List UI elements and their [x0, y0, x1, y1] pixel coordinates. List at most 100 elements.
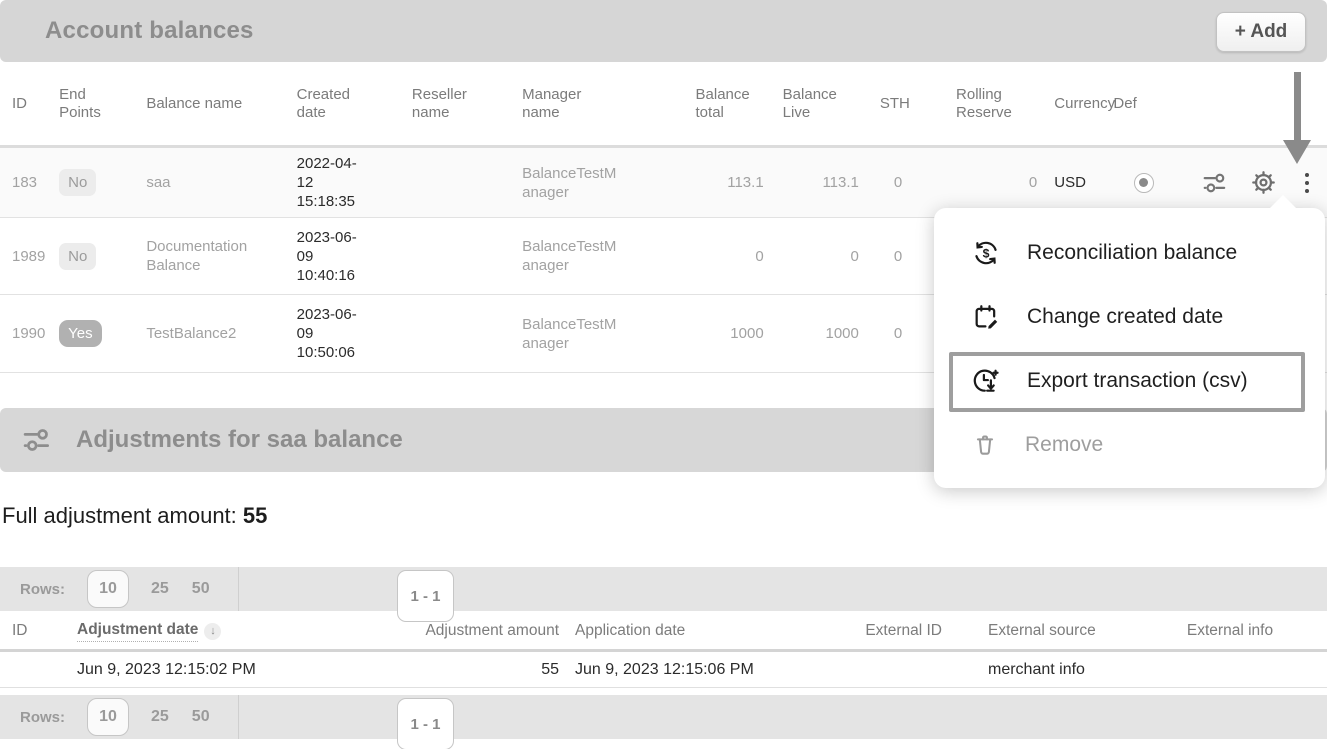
page-range-tab-bottom[interactable]: 1 - 1 [397, 698, 454, 749]
svg-text:$: $ [983, 246, 990, 260]
menu-item-change-created-date[interactable]: Change created date [934, 285, 1325, 349]
col-header-external-source: External source [943, 613, 1133, 651]
rows-option-10[interactable]: 10 [87, 698, 129, 736]
page-title: Account balances [45, 0, 254, 62]
end-points-badge: No [59, 243, 96, 270]
account-balances-screen: Account balances + Add ID End Points Bal… [0, 0, 1327, 749]
cell-external-id [854, 651, 943, 688]
adjustment-row[interactable]: Jun 9, 2023 12:15:02 PM 55 Jun 9, 2023 1… [0, 651, 1327, 688]
cell-id [0, 651, 76, 688]
add-balance-button[interactable]: + Add [1216, 12, 1306, 52]
menu-item-label: Change created date [1027, 305, 1223, 329]
cell-balance-name: TestBalance2 [145, 295, 295, 373]
rows-label: Rows: [20, 709, 65, 726]
col-header-balance-total: Balance total [695, 62, 765, 147]
cell-manager-name: BalanceTestManager [521, 295, 694, 373]
cell-rolling-reserve: 0 [932, 147, 1038, 218]
cell-sth: 0 [860, 295, 932, 373]
adjustments-icon [22, 425, 52, 455]
cell-reseller-name [411, 147, 521, 218]
col-header-id: ID [0, 613, 76, 651]
cell-id: 183 [0, 147, 58, 218]
menu-item-reconciliation-balance[interactable]: $ Reconciliation balance [934, 221, 1325, 285]
balance-context-menu: $ Reconciliation balance Change created … [934, 208, 1325, 488]
kebab-menu-icon[interactable] [1299, 171, 1315, 195]
cell-sth: 0 [860, 218, 932, 295]
cell-reseller-name [411, 295, 521, 373]
cell-external-info [1133, 651, 1327, 688]
rows-option-50[interactable]: 50 [192, 708, 210, 726]
cell-balance-live: 113.1 [765, 147, 860, 218]
cell-currency: USD [1038, 147, 1112, 218]
section-title: Adjustments for saa balance [76, 426, 403, 454]
rows-option-10[interactable]: 10 [87, 570, 129, 608]
rows-option-25[interactable]: 25 [151, 580, 169, 598]
col-header-currency: Currency [1038, 62, 1112, 147]
export-transactions-icon [972, 367, 1000, 395]
col-header-balance-name: Balance name [145, 62, 295, 147]
menu-item-label: Reconciliation balance [1027, 241, 1237, 265]
cell-application-date: Jun 9, 2023 12:15:06 PM [560, 651, 854, 688]
menu-item-label: Remove [1025, 433, 1103, 457]
col-header-def: Def [1112, 62, 1176, 147]
cell-balance-name: saa [145, 147, 295, 218]
gear-icon[interactable] [1250, 169, 1277, 196]
full-adjustment-amount: Full adjustment amount: 55 [2, 503, 267, 529]
cell-id: 1989 [0, 218, 58, 295]
account-balances-header-bar: Account balances + Add [0, 0, 1327, 62]
rows-per-page-bar-bottom: Rows: 10 25 50 [0, 695, 1327, 739]
rows-option-50[interactable]: 50 [192, 580, 210, 598]
full-adjustment-amount-label: Full adjustment amount: [2, 503, 237, 528]
divider [238, 567, 239, 611]
cell-external-source: merchant info [943, 651, 1133, 688]
cell-adjustment-amount: 55 [405, 651, 560, 688]
col-header-external-id: External ID [854, 613, 943, 651]
adjustments-icon[interactable] [1202, 170, 1228, 196]
cell-balance-total: 0 [695, 218, 765, 295]
menu-item-export-transaction-csv[interactable]: Export transaction (csv) [934, 349, 1325, 413]
col-header-sth: STH [860, 62, 932, 147]
cell-manager-name: BalanceTestManager [521, 218, 694, 295]
menu-item-remove[interactable]: Remove [934, 413, 1325, 477]
balance-row-183[interactable]: 183 No saa 2022-04-12 15:18:35 BalanceTe… [0, 147, 1327, 218]
rows-option-25[interactable]: 25 [151, 708, 169, 726]
cell-balance-total: 113.1 [695, 147, 765, 218]
col-header-balance-live: Balance Live [765, 62, 860, 147]
adjustments-header-row: ID Adjustment date ↓ Adjustment amount A… [0, 613, 1327, 651]
balances-header-row: ID End Points Balance name Created date … [0, 62, 1327, 147]
default-radio[interactable] [1134, 173, 1154, 193]
col-header-end-points: End Points [58, 62, 145, 147]
col-header-reseller-name: Reseller name [411, 62, 521, 147]
cell-reseller-name [411, 218, 521, 295]
divider [238, 695, 239, 739]
cell-adjustment-date: Jun 9, 2023 12:15:02 PM [76, 651, 405, 688]
cell-balance-name: DocumentationBalance [145, 218, 295, 295]
col-header-id: ID [0, 62, 58, 147]
trash-icon [972, 432, 998, 458]
col-header-adjustment-date[interactable]: Adjustment date ↓ [76, 613, 405, 651]
col-header-manager-name: Manager name [521, 62, 694, 147]
cell-created-date: 2022-04-12 15:18:35 [296, 147, 411, 218]
down-arrow-circle-icon[interactable]: ↓ [204, 623, 221, 640]
cell-created-date: 2023-06-09 10:50:06 [296, 295, 411, 373]
col-header-rolling-reserve: Rolling Reserve [932, 62, 1038, 147]
cell-id: 1990 [0, 295, 58, 373]
cell-balance-live: 0 [765, 218, 860, 295]
end-points-badge: Yes [59, 320, 101, 347]
rows-per-page-bar-top: Rows: 10 25 50 [0, 567, 1327, 611]
cell-manager-name: BalanceTestManager [521, 147, 694, 218]
page-range-tab-top[interactable]: 1 - 1 [397, 570, 454, 622]
menu-notch [1269, 195, 1297, 209]
menu-item-label: Export transaction (csv) [1027, 369, 1248, 393]
cell-balance-live: 1000 [765, 295, 860, 373]
currency-exchange-icon: $ [972, 239, 1000, 267]
end-points-badge: No [59, 169, 96, 196]
col-header-created-date: Created date [296, 62, 411, 147]
adjustments-table: ID Adjustment date ↓ Adjustment amount A… [0, 613, 1327, 688]
full-adjustment-amount-value: 55 [243, 503, 267, 528]
rows-label: Rows: [20, 581, 65, 598]
cell-created-date: 2023-06-09 10:40:16 [296, 218, 411, 295]
col-header-external-info: External info [1133, 613, 1327, 651]
cell-balance-total: 1000 [695, 295, 765, 373]
col-header-application-date: Application date [560, 613, 854, 651]
